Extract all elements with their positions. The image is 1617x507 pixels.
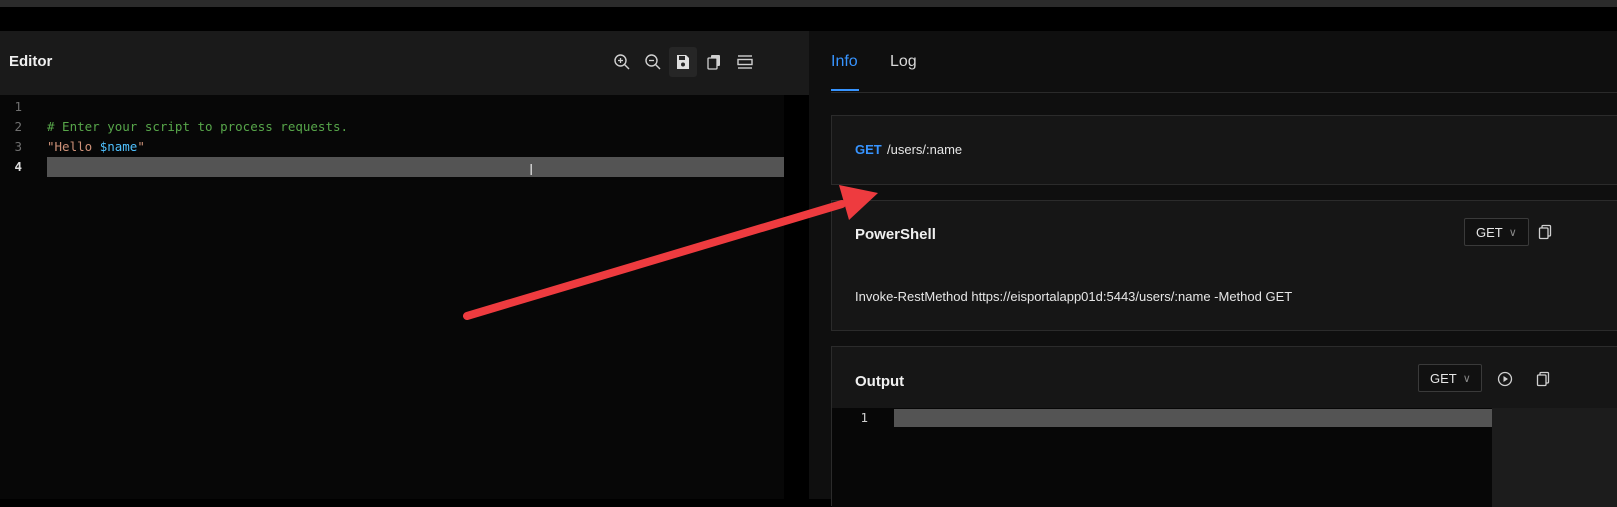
tab-info[interactable]: Info <box>831 53 858 71</box>
word-wrap-button[interactable] <box>731 47 759 77</box>
zoom-in-icon <box>614 54 630 70</box>
line-number: 1 <box>14 99 22 114</box>
save-icon <box>677 55 689 69</box>
code-line[interactable]: 2 # Enter your script to process request… <box>0 117 809 137</box>
code-line[interactable]: 3 "Hello $name" <box>0 137 809 157</box>
current-line-highlight <box>894 409 1492 427</box>
output-copy-button[interactable] <box>1533 369 1553 389</box>
tab-log[interactable]: Log <box>890 53 917 71</box>
powershell-title: PowerShell <box>855 226 936 243</box>
output-card: Output GET ∨ 1 <box>831 346 1617 507</box>
info-panel: Info Log GET /users/:name PowerShell GET… <box>809 31 1617 507</box>
panel-divider[interactable] <box>784 95 809 499</box>
line-number: 4 <box>14 159 22 174</box>
code-string: " <box>137 139 145 154</box>
chevron-down-icon: ∨ <box>1508 226 1517 239</box>
current-line-highlight <box>47 157 784 177</box>
minimap[interactable] <box>1492 408 1617 507</box>
play-icon <box>1497 371 1513 387</box>
powershell-method-select[interactable]: GET ∨ <box>1464 218 1529 246</box>
line-number: 3 <box>14 139 22 154</box>
code-editor[interactable]: 1 2 # Enter your script to process reque… <box>0 95 809 499</box>
editor-panel: Editor 1 2 # Enter your script to proces… <box>0 31 809 499</box>
output-editor[interactable]: 1 <box>832 408 1617 507</box>
active-tab-indicator <box>831 89 859 91</box>
code-line-current[interactable]: 4 I <box>0 157 809 179</box>
copy-icon <box>707 55 720 70</box>
output-method-select[interactable]: GET ∨ <box>1418 364 1482 392</box>
output-title: Output <box>855 373 905 390</box>
save-button[interactable] <box>669 47 697 77</box>
chevron-down-icon: ∨ <box>1462 372 1471 385</box>
editor-header: Editor <box>0 31 809 95</box>
tab-bar: Info Log <box>809 31 1617 93</box>
zoom-out-button[interactable] <box>639 47 667 77</box>
line-number: 1 <box>860 410 868 425</box>
powershell-command: Invoke-RestMethod https://eisportalapp01… <box>855 289 1293 304</box>
copy-button[interactable] <box>700 47 728 77</box>
wrap-icon <box>737 55 753 69</box>
code-variable: $name <box>99 139 138 154</box>
line-number: 2 <box>14 119 22 134</box>
code-comment: # Enter your script to process requests. <box>47 119 349 134</box>
code-string: "Hello <box>47 139 100 154</box>
powershell-card: PowerShell GET ∨ Invoke-RestMethod https:… <box>831 200 1617 331</box>
top-bar <box>0 0 1617 7</box>
powershell-method-value: GET <box>1476 224 1503 240</box>
code-line[interactable]: 1 <box>0 97 809 117</box>
route-card: GET /users/:name <box>831 115 1617 185</box>
powershell-copy-button[interactable] <box>1535 222 1555 242</box>
top-gap <box>0 7 1617 31</box>
code-content: "Hello $name" <box>47 137 145 157</box>
run-button[interactable] <box>1495 369 1515 389</box>
route-method: GET <box>855 142 882 157</box>
zoom-in-button[interactable] <box>608 47 636 77</box>
zoom-out-icon <box>645 54 661 70</box>
output-method-value: GET <box>1430 370 1457 386</box>
tab-divider <box>831 92 1617 93</box>
editor-title: Editor <box>9 53 53 70</box>
text-cursor-icon: I <box>529 161 534 179</box>
route-path: /users/:name <box>887 142 963 157</box>
copy-icon <box>1536 371 1550 387</box>
copy-icon <box>1538 224 1552 240</box>
